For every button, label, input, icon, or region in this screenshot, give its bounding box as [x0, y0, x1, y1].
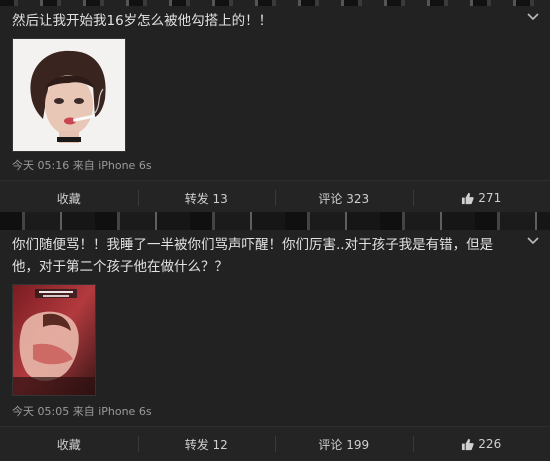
repost-button[interactable]: 转发 12 [138, 427, 276, 461]
post-text: 你们随便骂！！我睡了一半被你们骂声吓醒！你们厉害..对于孩子我是有错，但是他，对… [12, 234, 520, 278]
like-button[interactable]: 271 [413, 181, 550, 215]
repost-label: 转发 12 [185, 436, 228, 453]
image-strip-divider [0, 212, 550, 230]
like-count: 226 [478, 437, 501, 451]
post-card: 然后让我开始我16岁怎么被他勾搭上的！！ 今天 05:16 来自 iPhone … [0, 6, 550, 212]
magazine-cover-image [13, 285, 95, 395]
post-card: 你们随便骂！！我睡了一半被你们骂声吓醒！你们厉害..对于孩子我是有错，但是他，对… [0, 230, 550, 460]
thumbs-up-icon [461, 438, 474, 451]
thumbs-up-icon [461, 192, 474, 205]
post-image[interactable] [12, 284, 96, 396]
post-image[interactable] [12, 38, 126, 152]
comment-label: 评论 199 [318, 436, 369, 453]
favorite-button[interactable]: 收藏 [0, 181, 138, 215]
girl-illustration [13, 39, 125, 151]
action-bar: 收藏 转发 12 评论 199 226 [0, 426, 550, 461]
like-button[interactable]: 226 [413, 427, 550, 461]
action-bar: 收藏 转发 13 评论 323 271 [0, 180, 550, 215]
comment-button[interactable]: 评论 199 [275, 427, 413, 461]
favorite-button[interactable]: 收藏 [0, 427, 138, 461]
chevron-down-icon[interactable] [526, 236, 540, 246]
like-count: 271 [478, 191, 501, 205]
post-meta: 今天 05:05 来自 iPhone 6s [12, 403, 152, 419]
comment-button[interactable]: 评论 323 [275, 181, 413, 215]
favorite-label: 收藏 [57, 190, 81, 207]
repost-button[interactable]: 转发 13 [138, 181, 276, 215]
post-meta: 今天 05:16 来自 iPhone 6s [12, 157, 152, 173]
repost-label: 转发 13 [185, 190, 228, 207]
favorite-label: 收藏 [57, 436, 81, 453]
post-text: 然后让我开始我16岁怎么被他勾搭上的！！ [12, 10, 520, 32]
chevron-down-icon[interactable] [526, 12, 540, 22]
comment-label: 评论 323 [318, 190, 369, 207]
